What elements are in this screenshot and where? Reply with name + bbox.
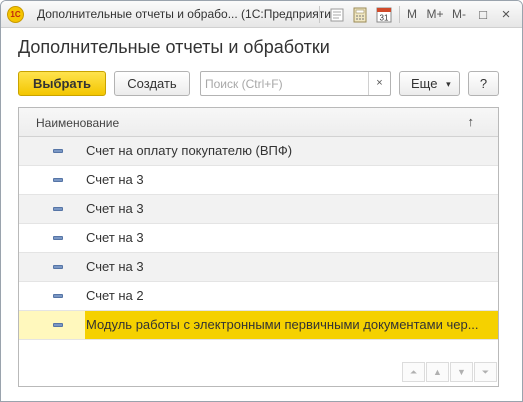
calculator-icon[interactable] bbox=[350, 5, 370, 24]
row-icon-cell bbox=[19, 195, 85, 223]
first-page-icon[interactable]: ⏶ bbox=[402, 362, 425, 382]
help-button[interactable]: ? bbox=[468, 71, 499, 96]
page-title: Дополнительные отчеты и обработки bbox=[18, 37, 330, 57]
row-icon-cell bbox=[19, 253, 85, 281]
row-name: Счет на 3 bbox=[86, 201, 144, 216]
more-button-label: Еще bbox=[411, 76, 438, 91]
processing-icon bbox=[53, 149, 63, 153]
sort-arrow-icon: ↑ bbox=[467, 114, 475, 129]
memory-button-m-plus[interactable]: M+ bbox=[423, 5, 447, 24]
app-logo-icon: 1С bbox=[7, 6, 24, 23]
table-row-selected[interactable]: Модуль работы с электронными первичными … bbox=[19, 311, 498, 340]
toolbar-separator bbox=[319, 6, 320, 23]
window-title: Дополнительные отчеты и обрабо... (1С:Пр… bbox=[37, 7, 342, 21]
history-icon[interactable] bbox=[327, 5, 347, 24]
row-name: Счет на оплату покупателю (ВПФ) bbox=[86, 143, 293, 158]
main-window: 1С Дополнительные отчеты и обрабо... (1С… bbox=[0, 0, 523, 402]
table-row[interactable]: Счет на 3 bbox=[19, 253, 498, 282]
processing-icon bbox=[53, 236, 63, 240]
svg-text:31: 31 bbox=[380, 14, 389, 23]
row-icon-cell bbox=[19, 137, 85, 165]
reports-table: Наименование ↑ Счет на оплату покупателю… bbox=[18, 107, 499, 387]
table-row[interactable]: Счет на 3 bbox=[19, 166, 498, 195]
more-button[interactable]: Еще ▾ bbox=[399, 71, 460, 96]
toolbar-separator bbox=[399, 6, 400, 23]
chevron-down-icon: ▾ bbox=[446, 79, 451, 89]
page-down-icon[interactable]: ▼ bbox=[450, 362, 473, 382]
search-clear-button[interactable]: × bbox=[368, 72, 390, 95]
table-row[interactable]: Счет на 2 bbox=[19, 282, 498, 311]
restore-button[interactable]: □ bbox=[474, 5, 492, 24]
processing-icon bbox=[53, 178, 63, 182]
row-icon-cell bbox=[19, 282, 85, 310]
processing-icon bbox=[53, 323, 63, 327]
close-button[interactable]: × bbox=[497, 5, 515, 24]
processing-icon bbox=[53, 294, 63, 298]
select-button[interactable]: Выбрать bbox=[18, 71, 106, 96]
search-input[interactable] bbox=[201, 72, 369, 95]
create-button[interactable]: Создать bbox=[114, 71, 190, 96]
memory-button-m[interactable]: M bbox=[403, 5, 421, 24]
last-page-icon[interactable]: ⏷ bbox=[474, 362, 497, 382]
title-bar: 1С Дополнительные отчеты и обрабо... (1С… bbox=[1, 1, 522, 28]
calendar-icon[interactable]: 31 bbox=[373, 5, 395, 24]
processing-icon bbox=[53, 207, 63, 211]
table-header[interactable]: Наименование ↑ bbox=[19, 108, 498, 137]
row-name: Счет на 2 bbox=[86, 288, 144, 303]
table-row[interactable]: Счет на 3 bbox=[19, 224, 498, 253]
search-field: × bbox=[200, 71, 391, 96]
processing-icon bbox=[53, 265, 63, 269]
row-icon-cell bbox=[19, 311, 85, 339]
page-up-icon[interactable]: ▲ bbox=[426, 362, 449, 382]
table-navigation: ⏶ ▲ ▼ ⏷ bbox=[402, 362, 497, 382]
row-name: Счет на 3 bbox=[86, 259, 144, 274]
row-icon-cell bbox=[19, 166, 85, 194]
row-name: Модуль работы с электронными первичными … bbox=[85, 311, 498, 339]
row-name: Счет на 3 bbox=[86, 172, 144, 187]
row-name: Счет на 3 bbox=[86, 230, 144, 245]
table-row[interactable]: Счет на 3 bbox=[19, 195, 498, 224]
row-icon-cell bbox=[19, 224, 85, 252]
table-row[interactable]: Счет на оплату покупателю (ВПФ) bbox=[19, 137, 498, 166]
column-header-name[interactable]: Наименование bbox=[36, 116, 119, 130]
memory-button-m-minus[interactable]: M- bbox=[448, 5, 470, 24]
